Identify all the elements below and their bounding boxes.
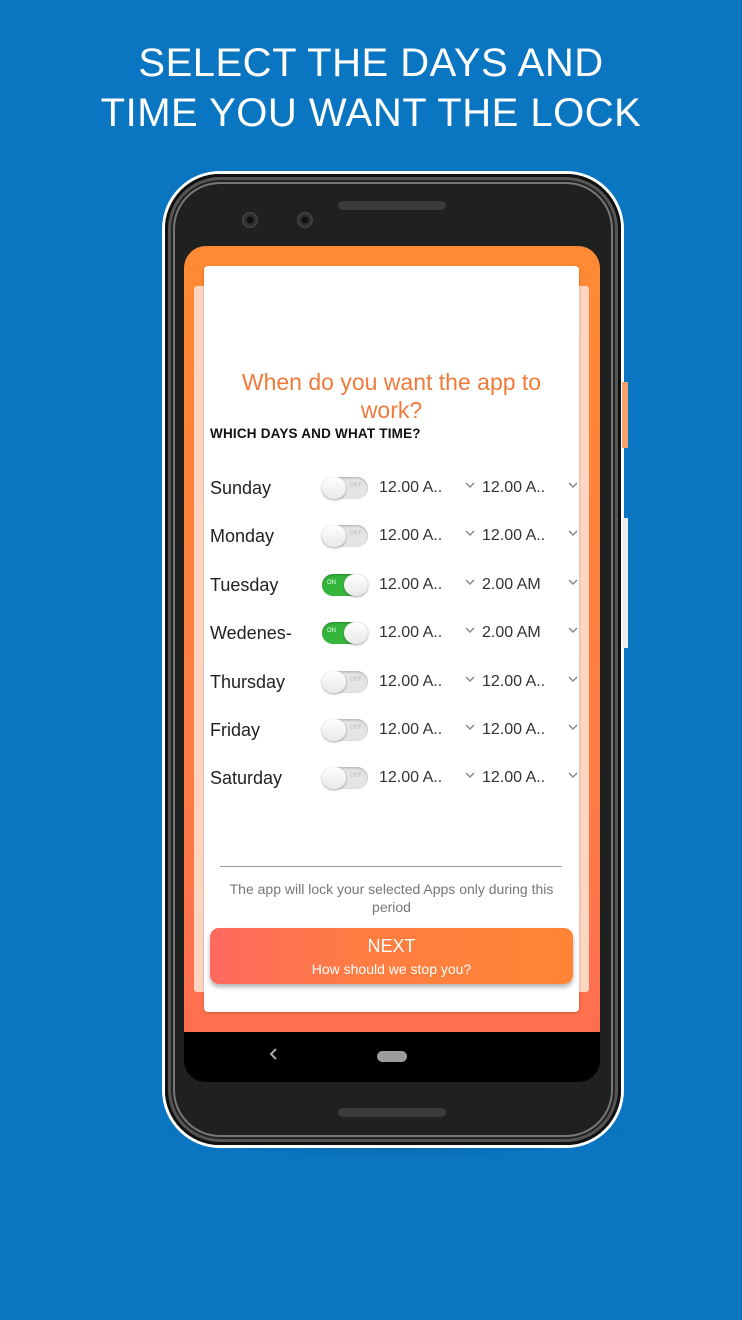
chevron-down-icon (568, 530, 578, 537)
chevron-down-icon (568, 772, 578, 779)
day-toggle[interactable]: OFF (322, 525, 368, 548)
section-label: WHICH DAYS AND WHAT TIME? (210, 426, 421, 441)
day-row: Wedenes- ON 12.00 A.. 2.00 AM (210, 613, 578, 653)
back-icon[interactable] (267, 1044, 281, 1064)
bottom-speaker (338, 1108, 446, 1117)
phone-volume-button (622, 518, 628, 648)
app-background: When do you want the app to work? WHICH … (184, 246, 600, 1032)
next-button-sublabel: How should we stop you? (311, 961, 472, 977)
chevron-down-icon (465, 579, 475, 585)
divider (220, 866, 562, 867)
chevron-down-icon (568, 579, 578, 585)
toggle-knob (322, 767, 346, 790)
system-navbar (184, 1032, 600, 1082)
toggle-state-text: OFF (350, 483, 362, 489)
phone-screen: When do you want the app to work? WHICH … (184, 246, 600, 1082)
end-time-dropdown[interactable]: 12.00 A.. (482, 468, 580, 508)
start-time-dropdown[interactable]: 12.00 A.. (379, 662, 477, 702)
day-name: Monday (210, 526, 275, 547)
day-toggle[interactable]: OFF (322, 670, 368, 693)
day-row: Monday OFF 12.00 A.. 12.00 A.. (210, 516, 578, 556)
end-time-dropdown[interactable]: 12.00 A.. (482, 662, 580, 702)
chevron-down-icon (465, 724, 475, 731)
day-toggle[interactable]: ON (322, 622, 368, 645)
day-row: Thursday OFF 12.00 A.. 12.00 A.. (210, 662, 578, 702)
toggle-knob (344, 573, 368, 596)
day-row: Sunday OFF 12.00 A.. 12.00 A.. (210, 468, 578, 508)
end-time-value: 2.00 AM (482, 575, 541, 593)
end-time-value: 12.00 A.. (482, 672, 546, 690)
phone-power-button (622, 382, 628, 448)
top-speaker (338, 201, 446, 210)
end-time-dropdown[interactable]: 12.00 A.. (482, 758, 580, 798)
day-toggle[interactable]: OFF (322, 719, 368, 741)
start-time-value: 12.00 A.. (379, 527, 443, 545)
toggle-knob (322, 719, 346, 741)
toggle-knob (322, 525, 346, 548)
toggle-state-text: OFF (350, 676, 362, 683)
start-time-dropdown[interactable]: 12.00 A.. (379, 516, 477, 556)
end-time-value: 12.00 A.. (482, 721, 546, 738)
start-time-dropdown[interactable]: 12.00 A.. (379, 710, 477, 750)
start-time-value: 12.00 A.. (379, 624, 443, 642)
day-toggle[interactable]: OFF (322, 767, 368, 790)
start-time-dropdown[interactable]: 12.00 A.. (379, 468, 477, 508)
end-time-dropdown[interactable]: 2.00 AM (482, 613, 580, 653)
start-time-value: 12.00 A.. (379, 575, 443, 593)
toggle-knob (322, 477, 346, 499)
end-time-value: 2.00 AM (482, 624, 541, 642)
toggle-state-text: OFF (350, 531, 362, 538)
chevron-down-icon (465, 676, 475, 682)
start-time-value: 12.00 A.. (379, 672, 443, 690)
chevron-down-icon (568, 482, 578, 489)
headline-line-1: SELECT THE DAYS AND (138, 41, 604, 85)
screen-title: When do you want the app to work? (241, 369, 542, 423)
footnote: The app will lock your selected Apps onl… (229, 881, 554, 915)
day-row: Tuesday ON 12.00 A.. 2.00 AM (210, 565, 578, 605)
home-pill-icon[interactable] (377, 1051, 407, 1062)
toggle-state-text: OFF (350, 773, 362, 780)
front-camera-icon (242, 212, 258, 228)
day-name: Wedenes- (210, 623, 292, 644)
chevron-down-icon (465, 772, 475, 779)
day-name: Saturday (210, 768, 283, 789)
start-time-value: 12.00 A.. (379, 769, 443, 787)
front-sensor-icon (297, 212, 313, 228)
end-time-value: 12.00 A.. (482, 479, 546, 496)
day-row: Friday OFF 12.00 A.. 12.00 A.. (210, 710, 578, 750)
start-time-dropdown[interactable]: 12.00 A.. (379, 613, 477, 653)
next-button-label: NEXT (367, 936, 416, 956)
toggle-knob (322, 670, 346, 693)
start-time-value: 12.00 A.. (379, 721, 443, 738)
end-time-value: 12.00 A.. (482, 527, 546, 545)
promo-headline: SELECT THE DAYS AND TIME YOU WANT THE LO… (0, 38, 742, 138)
day-name: Thursday (210, 671, 286, 692)
toggle-state-text: ON (327, 628, 336, 635)
toggle-knob (344, 622, 368, 645)
day-row: Saturday OFF 12.00 A.. 12.00 A.. (210, 758, 578, 798)
start-time-dropdown[interactable]: 12.00 A.. (379, 565, 477, 605)
chevron-down-icon (568, 627, 578, 634)
end-time-dropdown[interactable]: 12.00 A.. (482, 516, 580, 556)
chevron-down-icon (568, 676, 578, 682)
day-toggle[interactable]: OFF (322, 477, 368, 499)
day-name: Tuesday (210, 574, 279, 595)
chevron-down-icon (465, 627, 475, 634)
end-time-value: 12.00 A.. (482, 769, 546, 787)
next-button[interactable]: NEXT How should we stop you? (210, 928, 573, 984)
end-time-dropdown[interactable]: 12.00 A.. (482, 710, 580, 750)
day-name: Friday (210, 720, 261, 740)
headline-line-2: TIME YOU WANT THE LOCK (100, 91, 642, 135)
chevron-down-icon (568, 724, 578, 731)
end-time-dropdown[interactable]: 2.00 AM (482, 565, 580, 605)
day-name: Sunday (210, 478, 272, 498)
schedule-card: When do you want the app to work? WHICH … (204, 266, 579, 1012)
toggle-state-text: OFF (350, 725, 362, 731)
chevron-down-icon (465, 482, 475, 489)
toggle-state-text: ON (327, 579, 336, 586)
start-time-dropdown[interactable]: 12.00 A.. (379, 758, 477, 798)
day-toggle[interactable]: ON (322, 573, 368, 596)
chevron-down-icon (465, 530, 475, 537)
start-time-value: 12.00 A.. (379, 479, 443, 496)
